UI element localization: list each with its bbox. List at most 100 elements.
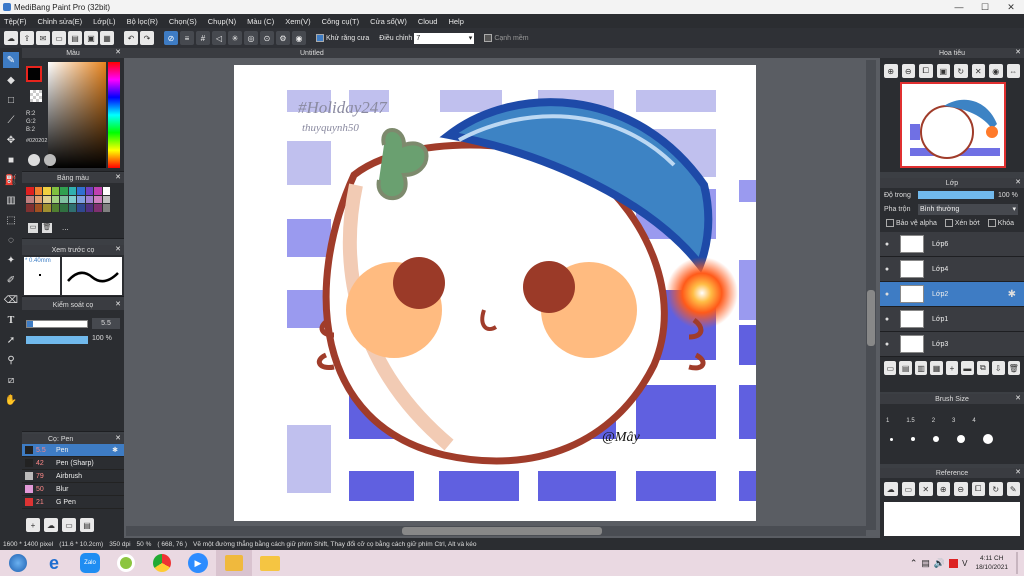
- show-desktop-button[interactable]: [1016, 552, 1018, 574]
- brush-item[interactable]: 5.5 Pen ✱: [22, 444, 124, 457]
- new-1bit-layer-icon[interactable]: ▦: [930, 361, 943, 375]
- parallel-snap-icon[interactable]: ≡: [180, 31, 194, 45]
- operation-tool-icon[interactable]: ➚: [3, 332, 19, 348]
- line-tool-icon[interactable]: ⟋: [3, 112, 19, 128]
- coccoc-taskbar-button[interactable]: [108, 550, 144, 576]
- palette-swatch[interactable]: [85, 204, 93, 212]
- select-tool-icon[interactable]: ⬚: [3, 212, 19, 228]
- brush-size-option[interactable]: 4: [972, 418, 975, 424]
- brush-item[interactable]: 50 Blur: [22, 483, 124, 496]
- fit-icon[interactable]: ⧠: [919, 64, 933, 78]
- volume-icon[interactable]: 🔊: [934, 558, 945, 569]
- undo-icon[interactable]: ↶: [124, 31, 138, 45]
- palette-swatch[interactable]: [85, 195, 93, 203]
- add-swatch-icon[interactable]: ▭: [28, 223, 38, 233]
- select-eraser-icon[interactable]: ⌫: [3, 292, 19, 308]
- transparent-color-swatch[interactable]: [30, 90, 42, 102]
- brush-folder-icon[interactable]: ▭: [62, 518, 76, 532]
- brush-size-value[interactable]: 5.5: [92, 318, 120, 329]
- palette-swatch[interactable]: [94, 195, 102, 203]
- palette-swatch[interactable]: [102, 195, 110, 203]
- palette-swatch[interactable]: [68, 195, 76, 203]
- delete-layer-icon[interactable]: 🗑: [1007, 361, 1020, 375]
- snap-off-icon[interactable]: ⊘: [164, 31, 178, 45]
- reference-rotate-icon[interactable]: ↻: [989, 482, 1003, 496]
- eye-icon[interactable]: ●: [880, 241, 894, 248]
- antialias-toggle[interactable]: Khử răng cưa: [316, 34, 369, 42]
- palette-swatch[interactable]: [77, 204, 85, 212]
- new-8bit-layer-icon[interactable]: ▥: [914, 361, 928, 375]
- layer-snap-icon[interactable]: ◉: [292, 31, 306, 45]
- radial-snap-icon[interactable]: ✳: [228, 31, 242, 45]
- size-dot[interactable]: [911, 437, 915, 441]
- palette-swatch[interactable]: [26, 187, 34, 195]
- reference-eyedropper-icon[interactable]: ✎: [1006, 482, 1020, 496]
- brush-item[interactable]: 21 G Pen: [22, 496, 124, 509]
- palette-swatch[interactable]: [43, 187, 51, 195]
- menu-filter[interactable]: Bộ lọc(R): [127, 17, 158, 26]
- palette-swatch[interactable]: [85, 187, 93, 195]
- minimize-button[interactable]: —: [946, 0, 972, 14]
- gear-icon[interactable]: ✱: [1008, 289, 1016, 300]
- redo-icon[interactable]: ↷: [140, 31, 154, 45]
- upload-icon[interactable]: ⇪: [20, 31, 34, 45]
- close-button[interactable]: ✕: [998, 0, 1024, 14]
- reference-fit-icon[interactable]: ⧠: [971, 482, 985, 496]
- explorer-taskbar-button[interactable]: [252, 550, 288, 576]
- brush-size-option[interactable]: 1.5: [906, 418, 914, 424]
- menu-select[interactable]: Chọn(S): [169, 17, 197, 26]
- clipping-option[interactable]: Xén bớt: [944, 219, 980, 227]
- gradient-tool-icon[interactable]: ▥: [3, 192, 19, 208]
- clock[interactable]: 4:11 CH 18/10/2021: [975, 554, 1008, 572]
- chrome-taskbar-button[interactable]: [144, 550, 180, 576]
- reference-cloud-icon[interactable]: ☁: [884, 482, 898, 496]
- brush-item[interactable]: 79 Airbrush: [22, 470, 124, 483]
- close-icon[interactable]: ✕: [115, 48, 121, 56]
- menu-view[interactable]: Xem(V): [285, 17, 310, 26]
- rotate-reset-icon[interactable]: ◉: [989, 64, 1003, 78]
- close-icon[interactable]: ✕: [115, 245, 121, 253]
- text-tool-icon[interactable]: T: [3, 312, 19, 328]
- close-icon[interactable]: ✕: [1015, 394, 1021, 402]
- palette-swatch[interactable]: [43, 195, 51, 203]
- brush-cloud-icon[interactable]: ☁: [44, 518, 58, 532]
- clipping-checkbox[interactable]: [944, 219, 953, 227]
- gear-icon[interactable]: ✱: [112, 446, 118, 454]
- protect-alpha-option[interactable]: Bảo vệ alpha: [886, 219, 937, 227]
- menu-help[interactable]: Help: [448, 17, 463, 26]
- flip-icon[interactable]: ✕: [971, 64, 985, 78]
- close-icon[interactable]: ✕: [115, 173, 121, 181]
- hand-tool-icon[interactable]: ✋: [3, 392, 19, 408]
- edge-toggle[interactable]: Cạnh mềm: [484, 34, 529, 42]
- brush-size-option[interactable]: 3: [952, 418, 955, 424]
- add-layer-menu-icon[interactable]: +: [945, 361, 959, 375]
- tray-app-icon[interactable]: [949, 558, 959, 568]
- protect-alpha-checkbox[interactable]: [886, 219, 894, 227]
- palette-swatch[interactable]: [102, 204, 110, 212]
- open-file-icon[interactable]: ▤: [68, 31, 82, 45]
- palette-swatch[interactable]: [60, 187, 68, 195]
- reference-zoom-in-icon[interactable]: ⊕: [936, 482, 950, 496]
- layer-item[interactable]: ● Lớp3: [880, 332, 1024, 357]
- hue-slider[interactable]: [108, 62, 120, 168]
- palette-swatch[interactable]: [77, 187, 85, 195]
- duplicate-layer-icon[interactable]: ⧉: [976, 361, 990, 375]
- palette-swatch[interactable]: [77, 195, 85, 203]
- saturation-value-picker[interactable]: [48, 62, 106, 168]
- layer-item-selected[interactable]: ● Lớp2 ✱: [880, 282, 1024, 307]
- menu-cloud[interactable]: Cloud: [418, 17, 438, 26]
- frame-tool-icon[interactable]: ⧄: [3, 372, 19, 388]
- menu-edit[interactable]: Chỉnh sửa(E): [38, 17, 83, 26]
- vertical-scrollbar[interactable]: [866, 60, 876, 530]
- layer-item[interactable]: ● Lớp6: [880, 232, 1024, 257]
- lock-option[interactable]: Khóa: [987, 219, 1014, 227]
- palette-swatch[interactable]: [34, 195, 42, 203]
- new-layer-icon[interactable]: ▭: [884, 361, 897, 375]
- eyedropper-icon[interactable]: ⚲: [3, 352, 19, 368]
- settings-snap-icon[interactable]: ⚙: [276, 31, 290, 45]
- menu-window[interactable]: Cửa sổ(W): [370, 17, 407, 26]
- palette-swatch[interactable]: [43, 204, 51, 212]
- lasso-tool-icon[interactable]: ◌: [3, 232, 19, 248]
- palette-swatch[interactable]: [51, 187, 59, 195]
- layer-opacity-slider[interactable]: [918, 191, 994, 199]
